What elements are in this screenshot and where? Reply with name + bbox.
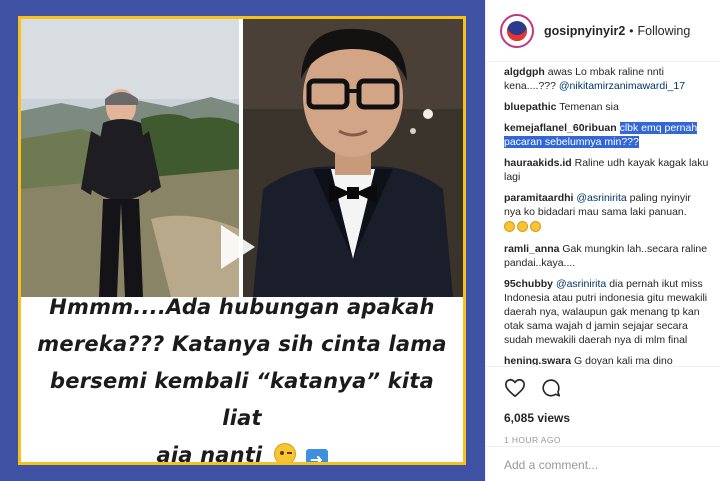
comment-item: bluepathic Temenan sia: [504, 100, 709, 114]
post-sidebar: gosipnyinyir2 • Following algdgph awas L…: [485, 0, 720, 481]
caption-line: aja nanti: [156, 443, 263, 465]
caption-line: bersemi kembali “katanya” kita liat: [50, 369, 434, 430]
comment-emojis: [504, 221, 709, 235]
comment-item: 95chubby @asrinirita dia pernah ikut mis…: [504, 277, 709, 347]
comments-list[interactable]: algdgph awas Lo mbak raline nnti kena...…: [486, 63, 720, 365]
photo-woman: [21, 19, 239, 297]
add-comment-bar: [486, 446, 720, 481]
comment-item: algdgph awas Lo mbak raline nnti kena...…: [504, 65, 709, 93]
comment-item: paramitaardhi @asrinirita paling nyinyir…: [504, 191, 709, 235]
post-actions: 6,085 views 1 HOUR AGO: [486, 366, 720, 456]
video-play-button[interactable]: [221, 225, 255, 269]
right-arrow-emoji-icon: ➜: [305, 449, 328, 462]
comment-username[interactable]: hening.swara: [504, 355, 571, 365]
avatar[interactable]: [500, 13, 534, 48]
comment-item: hauraakids.id Raline udh kayak kagak lak…: [504, 156, 709, 184]
sweat-smile-emoji-icon: [517, 221, 528, 232]
caption-line: mereka??? Katanya sih cinta lama: [37, 332, 447, 356]
photo-man: [243, 19, 463, 297]
post-image-frame: Hmmm....Ada hubungan apakah mereka??? Ka…: [18, 16, 466, 465]
photo-man-illustration: [243, 19, 463, 297]
sweat-smile-emoji-icon: [530, 221, 541, 232]
comment-text: Temenan sia: [559, 101, 619, 113]
view-count: 6,085 views: [504, 411, 571, 425]
caption-line-last: aja nanti ➜: [35, 437, 449, 465]
following-button[interactable]: Following: [637, 24, 690, 38]
comment-bubble-icon[interactable]: [540, 377, 562, 399]
header-separator: •: [629, 23, 634, 38]
comment-mention[interactable]: @asrinirita: [576, 192, 626, 204]
post-timestamp: 1 HOUR AGO: [504, 435, 561, 445]
action-icons: [504, 375, 703, 401]
add-comment-input[interactable]: [504, 458, 703, 472]
post-header: gosipnyinyir2 • Following: [486, 0, 720, 62]
comment-username[interactable]: bluepathic: [504, 101, 557, 113]
wink-emoji-icon: [273, 443, 296, 462]
comment-mention[interactable]: @asrinirita: [556, 278, 606, 290]
header-username[interactable]: gosipnyinyir2: [544, 24, 625, 38]
comment-username[interactable]: kemejaflanel_60ribuan: [504, 122, 617, 134]
heart-icon[interactable]: [504, 377, 526, 399]
comment-username[interactable]: algdgph: [504, 66, 545, 78]
caption-line: Hmmm....Ada hubungan apakah: [49, 295, 435, 319]
comment-item: hening.swara G doyan kali ma dino: [504, 354, 709, 365]
post-media[interactable]: Hmmm....Ada hubungan apakah mereka??? Ka…: [0, 0, 485, 481]
comment-username[interactable]: hauraakids.id: [504, 157, 572, 169]
comment-text: G doyan kali ma dino: [574, 355, 673, 365]
sweat-smile-emoji-icon: [504, 221, 515, 232]
comment-item: ramli_anna Gak mungkin lah..secara ralin…: [504, 242, 709, 270]
comment-username[interactable]: 95chubby: [504, 278, 553, 290]
photo-woman-illustration: [21, 19, 239, 297]
comment-username[interactable]: ramli_anna: [504, 243, 559, 255]
comment-item: kemejaflanel_60ribuan clbk emq pernah pa…: [504, 121, 709, 149]
comment-mention[interactable]: @nikitamirzanimawardi_17: [559, 80, 685, 92]
comment-username[interactable]: paramitaardhi: [504, 192, 573, 204]
post-caption: Hmmm....Ada hubungan apakah mereka??? Ka…: [21, 295, 463, 465]
